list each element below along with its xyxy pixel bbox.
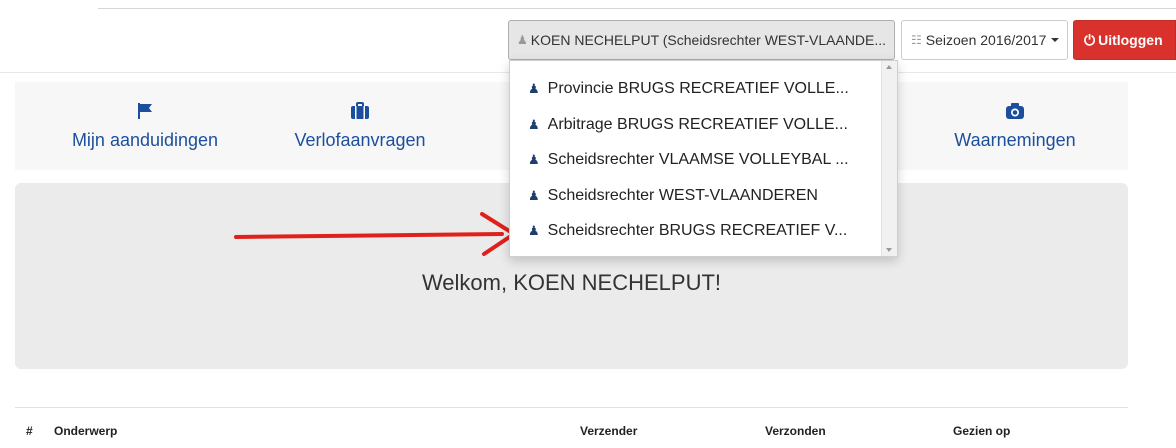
top-divider [98,8,1176,9]
table-header-verzender[interactable]: Verzender [580,424,637,438]
nav-item-verlofaanvragen[interactable]: Verlofaanvragen [270,82,450,170]
table-top-border [15,407,1128,408]
nav-label: Waarnemingen [954,129,1076,150]
dropdown-item[interactable]: ♟ Scheidsrechter VLAAMSE VOLLEYBAL ... [528,148,849,172]
briefcase-icon [350,101,370,126]
dropdown-item[interactable]: ♟ Scheidsrechter WEST-VLAANDEREN [528,184,818,208]
camera-icon [1005,102,1025,126]
dropdown-item-label: Provincie BRUGS RECREATIEF VOLLE... [547,80,849,97]
red-arrow-annotation [234,212,516,256]
power-icon: ⏻ [1084,31,1096,48]
dropdown-item-label: Arbitrage BRUGS RECREATIEF VOLLE... [547,116,848,133]
welcome-text: Welkom, KOEN NECHELPUT! [421,270,722,295]
dropdown-scrollbar[interactable] [881,61,897,256]
dropdown-item[interactable]: ♟ Scheidsrechter BRUGS RECREATIEF V... [528,219,847,243]
nav-item-mijn-aanduidingen[interactable]: Mijn aanduidingen [45,82,245,170]
table-header-verzonden[interactable]: Verzonden [765,424,826,438]
scroll-down-icon[interactable] [886,248,892,252]
logout-label: Uitloggen [1098,32,1163,48]
dropdown-item-label: Scheidsrechter WEST-VLAANDEREN [547,187,818,204]
season-label: Seizoen 2016/2017 [925,32,1047,48]
user-icon: ♟ [528,223,540,238]
user-role-label: KOEN NECHELPUT (Scheidsrechter WEST-VLAA… [530,32,887,48]
user-icon: ♟ [528,81,540,96]
dropdown-item[interactable]: ♟ Provincie BRUGS RECREATIEF VOLLE... [528,77,849,101]
table-header-number[interactable]: # [26,424,33,438]
logout-button[interactable]: ⏻ Uitloggen [1073,20,1176,60]
nav-label: Verlofaanvragen [294,129,426,150]
user-icon: ♟ [528,117,540,132]
user-icon: ♟ [528,188,540,203]
user-role-dropdown-button[interactable]: ♟ KOEN NECHELPUT (Scheidsrechter WEST-VL… [508,20,895,60]
user-role-dropdown-menu: ♟ Provincie BRUGS RECREATIEF VOLLE... ♟ … [509,60,898,257]
user-icon: ♟ [517,33,528,47]
nav-item-waarnemingen[interactable]: Waarnemingen [915,82,1115,170]
dropdown-item[interactable]: ♟ Arbitrage BRUGS RECREATIEF VOLLE... [528,113,848,137]
table-header-gezien-op[interactable]: Gezien op [953,424,1010,438]
user-icon: ♟ [528,152,540,167]
nav-label: Mijn aanduidingen [71,129,219,150]
flag-icon [136,102,154,126]
table-header-onderwerp[interactable]: Onderwerp [54,424,117,438]
season-dropdown-button[interactable]: ☷ Seizoen 2016/2017 [901,20,1068,60]
calendar-icon: ☷ [911,33,922,47]
dropdown-item-label: Scheidsrechter BRUGS RECREATIEF V... [547,222,848,239]
scroll-up-icon[interactable] [886,65,892,69]
dropdown-item-label: Scheidsrechter VLAAMSE VOLLEYBAL ... [547,151,849,168]
chevron-down-icon [1051,38,1060,42]
